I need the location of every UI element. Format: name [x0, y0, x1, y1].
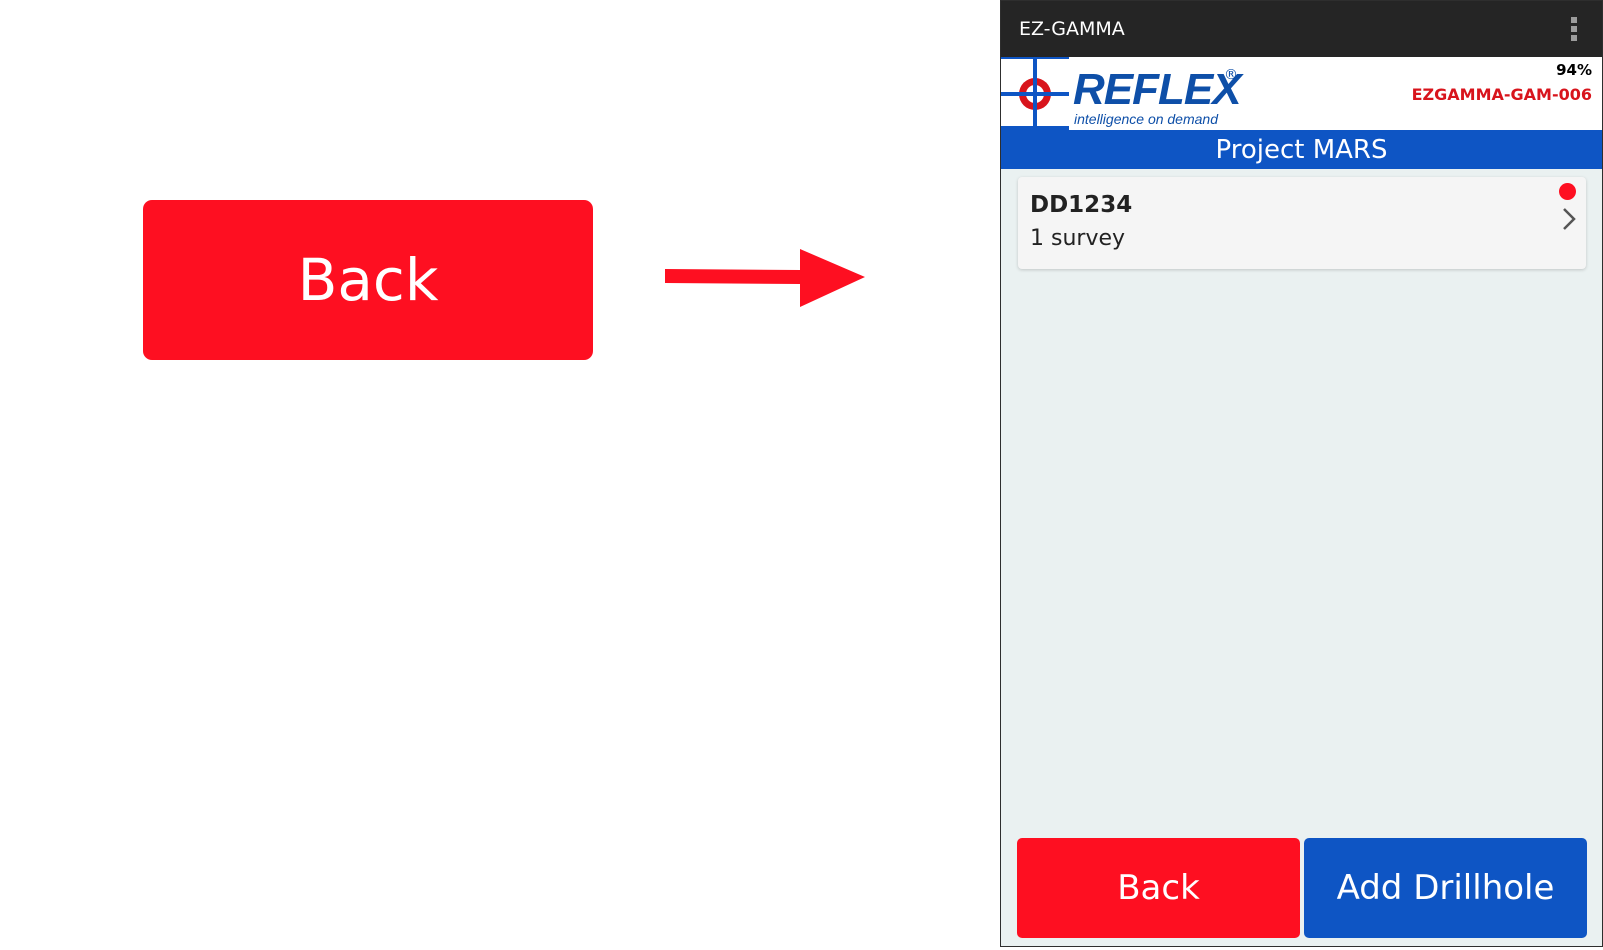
project-title-bar: Project MARS	[1001, 130, 1602, 169]
brand-header: REFLEX ® intelligence on demand 94% EZGA…	[1001, 57, 1602, 130]
chevron-right-icon	[1563, 208, 1576, 230]
action-bar: EZ-GAMMA	[1001, 1, 1602, 57]
back-button[interactable]: Back	[1017, 838, 1300, 938]
app-title: EZ-GAMMA	[1019, 18, 1125, 40]
status-dot	[1559, 183, 1576, 200]
drillhole-list-item[interactable]: DD1234 1 survey	[1018, 177, 1586, 269]
arrow-right-icon	[665, 249, 865, 307]
overflow-menu-icon[interactable]	[1570, 17, 1578, 41]
device-id: EZGAMMA-GAM-006	[1411, 85, 1592, 104]
bottom-button-bar: Back Add Drillhole	[1017, 838, 1587, 938]
registered-mark: ®	[1224, 67, 1238, 83]
brand-tagline: intelligence on demand	[1074, 111, 1218, 127]
brand-name: REFLEX	[1073, 65, 1242, 114]
add-drillhole-button[interactable]: Add Drillhole	[1304, 838, 1587, 938]
project-title: Project MARS	[1215, 134, 1388, 165]
battery-level: 94%	[1556, 61, 1592, 79]
crosshair-logo-icon	[1001, 57, 1069, 130]
phone-screen: EZ-GAMMA REFLEX ® intelligence on demand…	[1000, 0, 1603, 947]
drillhole-name: DD1234	[1030, 192, 1133, 218]
drillhole-survey-count: 1 survey	[1030, 226, 1126, 251]
callout-back-button[interactable]: Back	[143, 200, 593, 360]
screen: Back EZ-GAMMA REFLEX ® intelligence on d…	[0, 0, 1603, 950]
